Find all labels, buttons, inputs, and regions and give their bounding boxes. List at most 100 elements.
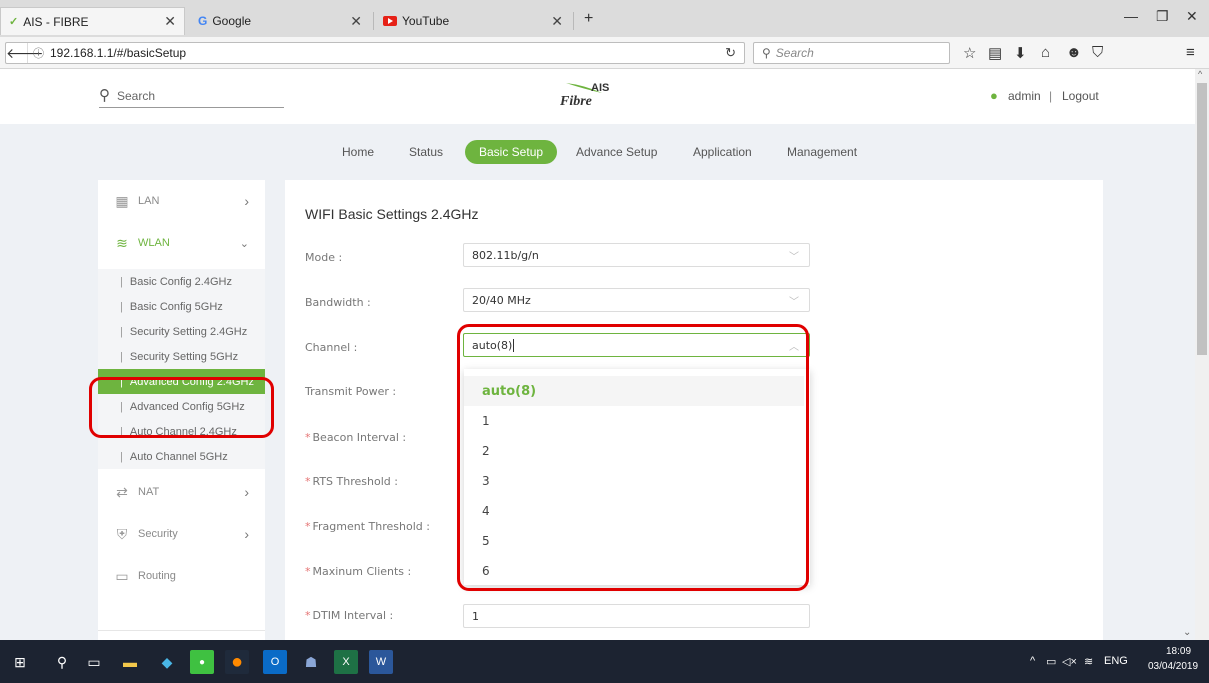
sidebar-item-lan[interactable]: ▦ LAN › bbox=[98, 180, 265, 222]
volume-icon[interactable]: ◁× bbox=[1062, 655, 1077, 668]
user-icon: ● bbox=[990, 88, 998, 103]
windows-start-icon[interactable]: ⊞ bbox=[8, 650, 32, 674]
menu-icon[interactable]: ≡ bbox=[1186, 44, 1195, 61]
search-icon[interactable]: ⚲ bbox=[99, 86, 110, 104]
close-window-icon[interactable]: ✕ bbox=[1186, 8, 1198, 25]
nav-status[interactable]: Status bbox=[409, 145, 443, 159]
sidebar-sub-basic-config-5[interactable]: | Basic Config 5GHz bbox=[98, 294, 265, 319]
logo-text-fibre: Fibre bbox=[560, 94, 592, 109]
nav-application[interactable]: Application bbox=[693, 145, 752, 159]
ais-logo-icon: ✓ bbox=[9, 16, 19, 28]
battery-icon[interactable]: ▭ bbox=[1046, 655, 1056, 668]
search-underline bbox=[99, 107, 284, 108]
chevron-down-icon: ﹀ bbox=[789, 251, 799, 263]
browser-tab-bar: ✓ AIS - FIBRE ✕ G Google ✕ YouTube ✕ + —… bbox=[0, 0, 1209, 37]
sidebar-item-label: Routing bbox=[138, 570, 176, 582]
task-view-icon[interactable]: ▭ bbox=[82, 650, 106, 674]
sidebar-sub-basic-config-24[interactable]: | Basic Config 2.4GHz bbox=[98, 269, 265, 294]
info-icon[interactable]: ⓘ bbox=[33, 45, 44, 61]
nav-home[interactable]: Home bbox=[342, 145, 374, 159]
max-clients-label: * Maxinum Clients : bbox=[305, 565, 412, 578]
username: admin bbox=[1008, 89, 1041, 103]
search-placeholder: Search bbox=[775, 46, 814, 60]
file-explorer-icon[interactable]: ▬ bbox=[118, 650, 142, 674]
scroll-up-icon[interactable]: ^ bbox=[1198, 69, 1202, 79]
browser-nav-bar: 🡐 ⓘ 192.168.1.1/#/basicSetup ↻ ⚲ Search … bbox=[0, 37, 1209, 69]
wifi-icon[interactable]: ≋ bbox=[1084, 655, 1093, 668]
main-nav: Home Status Basic Setup Advance Setup Ap… bbox=[0, 124, 1195, 180]
word-icon[interactable]: W bbox=[369, 650, 393, 674]
tray-up-arrow-icon[interactable]: ^ bbox=[1030, 655, 1035, 667]
nav-basic-setup[interactable]: Basic Setup bbox=[465, 140, 558, 164]
sidebar-item-nat[interactable]: ⇄ NAT › bbox=[98, 471, 265, 513]
excel-icon[interactable]: X bbox=[334, 650, 358, 674]
scroll-down-icon[interactable]: ⌄ bbox=[1183, 627, 1191, 638]
tab-ais-fibre[interactable]: ✓ AIS - FIBRE ✕ bbox=[0, 7, 185, 35]
header-separator: | bbox=[1049, 89, 1053, 103]
google-icon: G bbox=[198, 14, 208, 28]
outlook-icon[interactable]: O bbox=[263, 650, 287, 674]
pocket-icon[interactable]: ⛉ bbox=[1092, 44, 1103, 61]
close-tab-icon[interactable]: ✕ bbox=[164, 13, 176, 30]
chevron-right-icon: › bbox=[244, 484, 249, 500]
mode-label: Mode : bbox=[305, 251, 343, 264]
sidebar-sub-security-24[interactable]: | Security Setting 2.4GHz bbox=[98, 319, 265, 344]
clock-time[interactable]: 18:09 bbox=[1166, 646, 1191, 657]
dtim-interval-input[interactable]: 1 bbox=[463, 604, 810, 628]
sidebar-item-label: Security bbox=[138, 528, 178, 540]
header-search-label[interactable]: Search bbox=[117, 89, 155, 103]
sidebar-item-routing[interactable]: ▭ Routing bbox=[98, 555, 265, 597]
close-tab-icon[interactable]: ✕ bbox=[350, 13, 362, 30]
sidebar-item-wlan[interactable]: ≋ WLAN ⌄ bbox=[98, 222, 265, 264]
reload-icon[interactable]: ↻ bbox=[725, 45, 736, 61]
beacon-interval-label: * Beacon Interval : bbox=[305, 431, 407, 444]
restore-icon[interactable]: ❐ bbox=[1156, 8, 1169, 25]
line-app-icon[interactable]: ● bbox=[190, 650, 214, 674]
page-scrollbar[interactable]: ^ bbox=[1195, 69, 1209, 640]
language-indicator[interactable]: ENG bbox=[1104, 655, 1128, 667]
mode-select[interactable]: 802.11b/g/n ﹀ bbox=[463, 243, 810, 267]
router-icon: ▭ bbox=[115, 567, 129, 584]
search-icon[interactable]: ⚲ bbox=[50, 650, 74, 674]
logout-link[interactable]: Logout bbox=[1062, 89, 1099, 103]
reading-list-icon[interactable]: ▤ bbox=[988, 44, 1002, 62]
network-app-icon[interactable]: ☗ bbox=[299, 650, 323, 674]
sidebar-item-label: NAT bbox=[138, 486, 160, 498]
tab-title: Google bbox=[212, 14, 252, 28]
channel-highlight-box bbox=[457, 324, 809, 591]
chevron-down-icon: ﹀ bbox=[789, 296, 799, 308]
close-tab-icon[interactable]: ✕ bbox=[551, 13, 563, 30]
sidebar-item-security[interactable]: ⛨ Security › bbox=[98, 513, 265, 555]
nav-management[interactable]: Management bbox=[787, 145, 857, 159]
photos-icon[interactable]: ◆ bbox=[155, 650, 179, 674]
lan-icon: ▦ bbox=[115, 192, 129, 209]
home-icon[interactable]: ⌂ bbox=[1041, 44, 1050, 61]
scrollbar-thumb[interactable] bbox=[1197, 83, 1207, 355]
browser-search-input[interactable]: ⚲ Search bbox=[753, 42, 950, 64]
tab-youtube[interactable]: YouTube ✕ bbox=[375, 7, 571, 35]
bandwidth-select[interactable]: 20/40 MHz ﹀ bbox=[463, 288, 810, 312]
chevron-right-icon: › bbox=[244, 193, 249, 209]
sidebar-sub-auto-channel-5[interactable]: | Auto Channel 5GHz bbox=[98, 444, 265, 469]
download-icon[interactable]: ⬇ bbox=[1014, 44, 1027, 62]
url-bar[interactable]: 🡐 ⓘ 192.168.1.1/#/basicSetup ↻ bbox=[5, 42, 745, 64]
transmit-power-label: Transmit Power : bbox=[305, 385, 397, 398]
feedback-icon[interactable]: ☻ bbox=[1066, 44, 1082, 61]
nav-advance-setup[interactable]: Advance Setup bbox=[576, 145, 657, 159]
fragment-threshold-label: * Fragment Threshold : bbox=[305, 520, 430, 533]
dtim-interval-label: * DTIM Interval : bbox=[305, 609, 394, 622]
sidebar-divider bbox=[98, 630, 265, 631]
minimize-icon[interactable]: — bbox=[1124, 8, 1138, 24]
sidebar-item-label: WLAN bbox=[138, 237, 170, 249]
logo-text-ais: AIS bbox=[591, 82, 610, 94]
wifi-icon: ≋ bbox=[116, 234, 128, 251]
new-tab-button[interactable]: + bbox=[584, 10, 593, 28]
bookmark-star-icon[interactable]: ☆ bbox=[963, 44, 976, 62]
clock-date[interactable]: 03/04/2019 bbox=[1148, 661, 1198, 672]
chevron-down-icon: ⌄ bbox=[239, 237, 249, 250]
back-icon[interactable]: 🡐 bbox=[6, 43, 44, 63]
firefox-icon[interactable]: ● bbox=[225, 650, 249, 674]
sidebar-sub-security-5[interactable]: | Security Setting 5GHz bbox=[98, 344, 265, 369]
tab-google[interactable]: G Google ✕ bbox=[190, 7, 370, 35]
url-text[interactable]: 192.168.1.1/#/basicSetup bbox=[50, 46, 186, 60]
